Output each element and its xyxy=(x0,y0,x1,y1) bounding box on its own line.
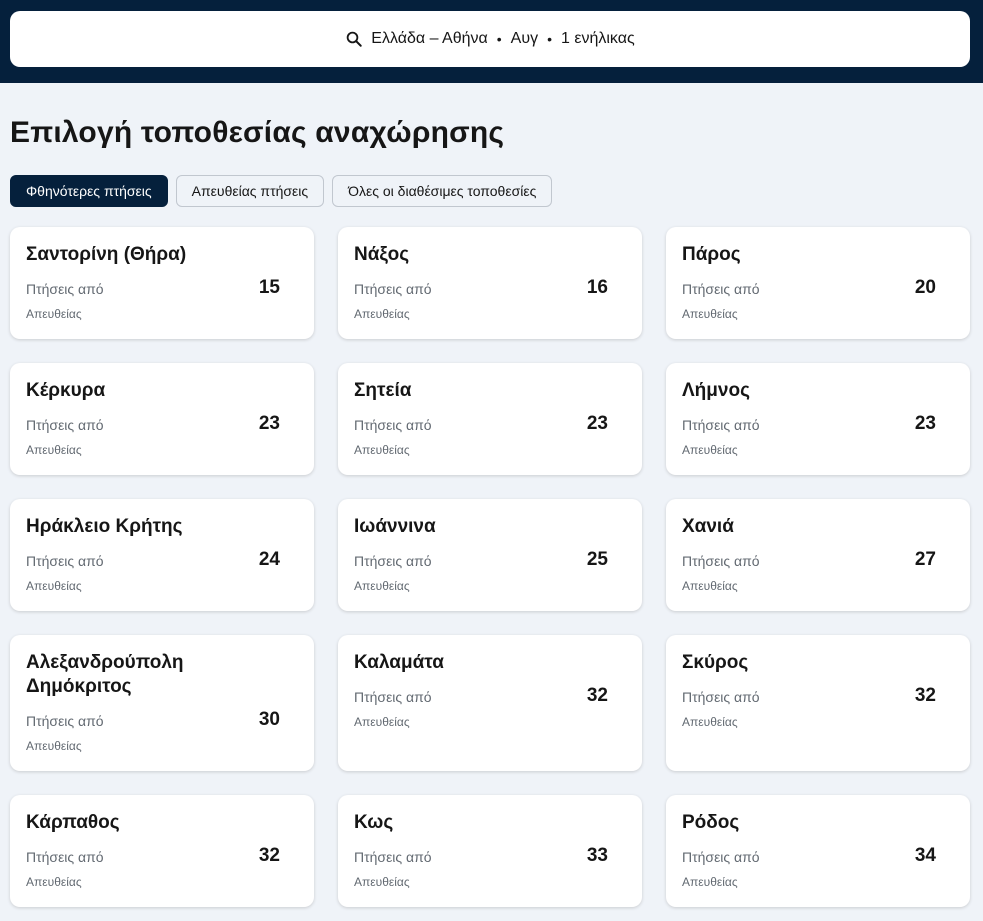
destination-card[interactable]: Αλεξανδρούπολη Δημόκριτος Πτήσεις από 30… xyxy=(10,635,314,771)
destination-name: Κως xyxy=(354,812,394,833)
search-icon xyxy=(347,31,363,47)
destination-price: 20 xyxy=(914,277,936,298)
direct-label: Απευθείας xyxy=(354,715,410,729)
destination-card[interactable]: Λήμνος Πτήσεις από 23 Απευθείας xyxy=(666,363,970,475)
destination-price: 34 xyxy=(914,845,936,866)
destination-name: Πάρος xyxy=(682,244,741,265)
destination-price: 23 xyxy=(258,413,280,434)
destination-name: Καλαμάτα xyxy=(354,652,444,673)
separator-dot: • xyxy=(547,31,552,47)
destination-name: Σκύρος xyxy=(682,652,749,673)
destination-price: 23 xyxy=(586,413,608,434)
flights-from-label: Πτήσεις από xyxy=(682,281,760,297)
destination-name: Σητεία xyxy=(354,380,412,401)
direct-label: Απευθείας xyxy=(26,307,82,321)
destination-name: Λήμνος xyxy=(682,380,750,401)
flights-from-label: Πτήσεις από xyxy=(682,689,760,705)
search-date: Αυγ xyxy=(510,30,539,47)
destination-price: 27 xyxy=(914,549,936,570)
flights-from-label: Πτήσεις από xyxy=(354,689,432,705)
flights-from-label: Πτήσεις από xyxy=(354,553,432,569)
search-summary-bar[interactable]: Ελλάδα – Αθήνα • Αυγ • 1 ενήλικας xyxy=(10,11,970,67)
destination-name: Κάρπαθος xyxy=(26,812,120,833)
flights-from-label: Πτήσεις από xyxy=(682,417,760,433)
destination-card[interactable]: Πάρος Πτήσεις από 20 Απευθείας xyxy=(666,227,970,339)
flights-from-label: Πτήσεις από xyxy=(26,713,104,729)
destination-card[interactable]: Σαντορίνη (Θήρα) Πτήσεις από 15 Απευθεία… xyxy=(10,227,314,339)
destination-name: Σαντορίνη (Θήρα) xyxy=(26,244,187,265)
filter-chips: Φθηνότερες πτήσεις Απευθείας πτήσεις Όλε… xyxy=(10,175,553,207)
destination-name: Ρόδος xyxy=(682,812,740,833)
direct-label: Απευθείας xyxy=(682,443,738,457)
destination-card[interactable]: Χανιά Πτήσεις από 27 Απευθείας xyxy=(666,499,970,611)
direct-label: Απευθείας xyxy=(682,875,738,889)
destination-name: Χανιά xyxy=(682,516,734,537)
direct-label: Απευθείας xyxy=(26,443,82,457)
destination-card[interactable]: Ηράκλειο Κρήτης Πτήσεις από 24 Απευθείας xyxy=(10,499,314,611)
destination-name: Νάξος xyxy=(354,244,410,265)
flights-from-label: Πτήσεις από xyxy=(682,553,760,569)
destination-card[interactable]: Σκύρος Πτήσεις από 32 Απευθείας xyxy=(666,635,970,771)
direct-label: Απευθείας xyxy=(26,579,82,593)
destination-price: 16 xyxy=(586,277,608,298)
destination-card[interactable]: Κέρκυρα Πτήσεις από 23 Απευθείας xyxy=(10,363,314,475)
destination-card[interactable]: Κως Πτήσεις από 33 Απευθείας xyxy=(338,795,642,907)
destination-price: 15 xyxy=(258,277,280,298)
flights-from-label: Πτήσεις από xyxy=(26,281,104,297)
flights-from-label: Πτήσεις από xyxy=(682,849,760,865)
filter-cheapest-flights[interactable]: Φθηνότερες πτήσεις xyxy=(10,175,168,207)
destination-price: 24 xyxy=(258,549,280,570)
destination-price: 23 xyxy=(914,413,936,434)
destination-name: Ιωάννινα xyxy=(354,516,436,537)
filter-direct-flights[interactable]: Απευθείας πτήσεις xyxy=(175,175,325,207)
flights-from-label: Πτήσεις από xyxy=(354,281,432,297)
search-destination: Ελλάδα – Αθήνα xyxy=(371,30,488,47)
page-title: Επιλογή τοποθεσίας αναχώρησης xyxy=(10,116,505,149)
destination-price: 32 xyxy=(914,685,936,706)
destination-name: Ηράκλειο Κρήτης xyxy=(26,516,183,537)
destination-name: Αλεξανδρούπολη Δημόκριτος xyxy=(26,652,184,697)
direct-label: Απευθείας xyxy=(26,875,82,889)
direct-label: Απευθείας xyxy=(682,579,738,593)
separator-dot: • xyxy=(496,31,502,47)
direct-label: Απευθείας xyxy=(354,875,410,889)
top-header: Ελλάδα – Αθήνα • Αυγ • 1 ενήλικας xyxy=(0,0,983,83)
filter-all-locations[interactable]: Όλες οι διαθέσιμες τοποθεσίες xyxy=(332,175,553,207)
direct-label: Απευθείας xyxy=(354,307,410,321)
destination-card[interactable]: Ρόδος Πτήσεις από 34 Απευθείας xyxy=(666,795,970,907)
direct-label: Απευθείας xyxy=(354,579,410,593)
flights-from-label: Πτήσεις από xyxy=(26,417,104,433)
destination-card[interactable]: Καλαμάτα Πτήσεις από 32 Απευθείας xyxy=(338,635,642,771)
destination-name: Κέρκυρα xyxy=(26,380,106,401)
destination-price: 32 xyxy=(586,685,608,706)
destination-card[interactable]: Σητεία Πτήσεις από 23 Απευθείας xyxy=(338,363,642,475)
flights-from-label: Πτήσεις από xyxy=(354,417,432,433)
destination-price: 30 xyxy=(258,709,280,730)
destination-price: 32 xyxy=(258,845,280,866)
direct-label: Απευθείας xyxy=(682,307,738,321)
direct-label: Απευθείας xyxy=(682,715,738,729)
destination-price: 25 xyxy=(586,549,608,570)
destination-card[interactable]: Ιωάννινα Πτήσεις από 25 Απευθείας xyxy=(338,499,642,611)
direct-label: Απευθείας xyxy=(26,739,82,753)
direct-label: Απευθείας xyxy=(354,443,410,457)
destination-price: 33 xyxy=(586,845,608,866)
search-travellers: 1 ενήλικας xyxy=(561,30,635,47)
destination-card[interactable]: Νάξος Πτήσεις από 16 Απευθείας xyxy=(338,227,642,339)
destination-card[interactable]: Κάρπαθος Πτήσεις από 32 Απευθείας xyxy=(10,795,314,907)
flights-from-label: Πτήσεις από xyxy=(354,849,432,865)
flights-from-label: Πτήσεις από xyxy=(26,553,104,569)
flights-from-label: Πτήσεις από xyxy=(26,849,104,865)
